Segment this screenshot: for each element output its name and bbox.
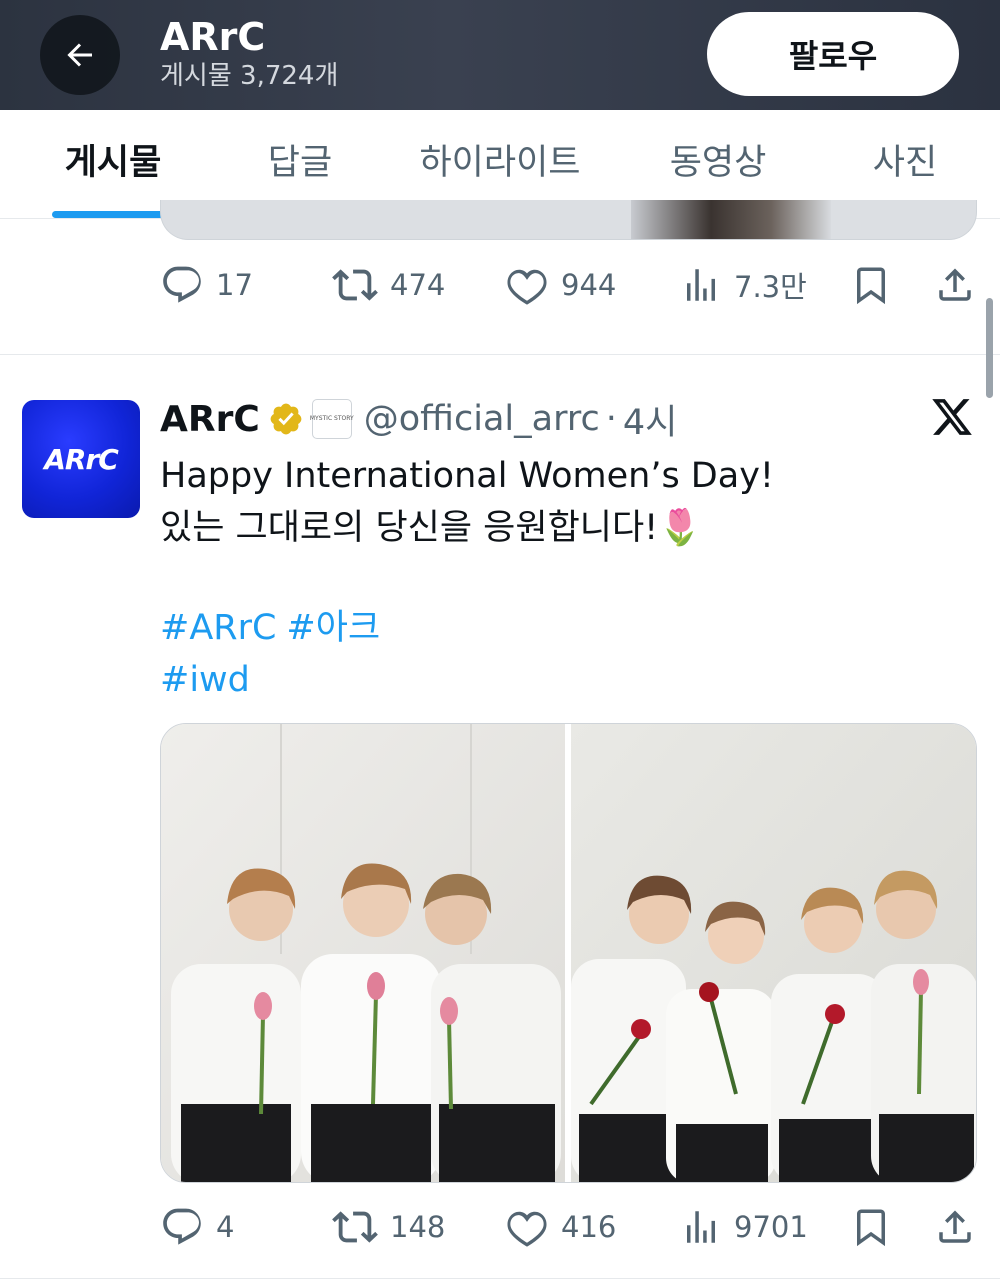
arrow-left-icon (67, 43, 92, 67)
view-count: 7.3만 (734, 270, 807, 304)
tweet-text: Happy International Women’s Day! 있는 그대로의… (160, 450, 960, 554)
repost-icon (332, 269, 378, 301)
bookmark-icon (857, 267, 885, 305)
share-icon (939, 1210, 971, 1243)
reply-count: 17 (216, 268, 253, 302)
share-button[interactable] (934, 260, 976, 310)
heart-icon (507, 1211, 547, 1247)
affiliate-badge[interactable]: MYSTIC STORY (309, 399, 354, 439)
tweet-actions: 4 148 416 9701 (160, 1202, 980, 1252)
reply-count: 4 (216, 1210, 235, 1244)
previous-tweet-actions: 17 474 944 7.3만 (160, 260, 980, 310)
bar-chart-icon (687, 269, 715, 301)
tweet-author-row: ARrC MYSTIC STORY @official_arrc · 4시 (160, 394, 677, 444)
display-name[interactable]: ARrC (160, 399, 260, 440)
post-count: 게시물 3,724개 (160, 61, 339, 91)
reply-button[interactable]: 17 (160, 260, 253, 310)
tweet-divider (0, 354, 1000, 355)
bookmark-button[interactable] (850, 1202, 892, 1252)
views-button[interactable]: 9701 (680, 1202, 808, 1252)
tweet-text-line-1: Happy International Women’s Day! (160, 456, 774, 496)
repost-count: 474 (390, 268, 446, 302)
reply-icon (163, 266, 201, 303)
previous-media-content (631, 200, 831, 239)
group-photo-four-members (571, 724, 976, 1182)
views-button[interactable]: 7.3만 (680, 260, 807, 310)
tweet-photo-1[interactable] (161, 724, 565, 1182)
back-button[interactable] (40, 15, 120, 95)
user-handle[interactable]: @official_arrc (364, 399, 600, 439)
avatar-logo-text: ARrC (44, 442, 119, 476)
heart-icon (507, 269, 547, 305)
like-count: 416 (561, 1210, 617, 1244)
separator-dot: · (605, 399, 617, 439)
tweet-media-grid (160, 723, 977, 1183)
tweet-photo-2[interactable] (571, 724, 976, 1182)
hashtag-link[interactable]: #아크 (286, 608, 380, 648)
repost-count: 148 (390, 1210, 446, 1244)
bookmark-button[interactable] (850, 260, 892, 310)
profile-header: ARrC 게시물 3,724개 팔로우 (0, 0, 1000, 110)
share-icon (939, 268, 971, 301)
active-tab-indicator (52, 211, 174, 218)
bookmark-icon (857, 1209, 885, 1247)
like-count: 944 (561, 268, 617, 302)
reply-button[interactable]: 4 (160, 1202, 234, 1252)
reply-icon (163, 1208, 201, 1245)
group-photo-three-members (161, 724, 565, 1182)
tweet-text-line-2: 있는 그대로의 당신을 응원합니다!🌷 (160, 508, 702, 548)
like-button[interactable]: 416 (505, 1202, 616, 1252)
repost-button[interactable]: 148 (332, 1202, 445, 1252)
previous-tweet-media[interactable] (160, 200, 977, 240)
avatar[interactable]: ARrC (22, 400, 140, 518)
hashtag-link[interactable]: #iwd (160, 660, 250, 700)
share-button[interactable] (934, 1202, 976, 1252)
view-count: 9701 (734, 1210, 808, 1244)
repost-button[interactable]: 474 (332, 260, 445, 310)
tweet-hashtags: #ARrC #아크 #iwd (160, 602, 960, 706)
scrollbar[interactable] (986, 298, 993, 398)
tweet-divider-bottom (0, 1278, 1000, 1279)
affiliate-badge-text: MYSTIC STORY (309, 415, 354, 422)
bar-chart-icon (687, 1211, 715, 1243)
tweet-timestamp[interactable]: 4시 (623, 394, 677, 445)
verified-badge-icon (270, 403, 302, 435)
x-logo-icon (932, 399, 972, 435)
hashtag-link[interactable]: #ARrC (160, 608, 276, 648)
repost-icon (332, 1211, 378, 1243)
follow-button[interactable]: 팔로우 (707, 12, 959, 96)
like-button[interactable]: 944 (505, 260, 616, 310)
profile-name: ARrC (160, 15, 266, 59)
